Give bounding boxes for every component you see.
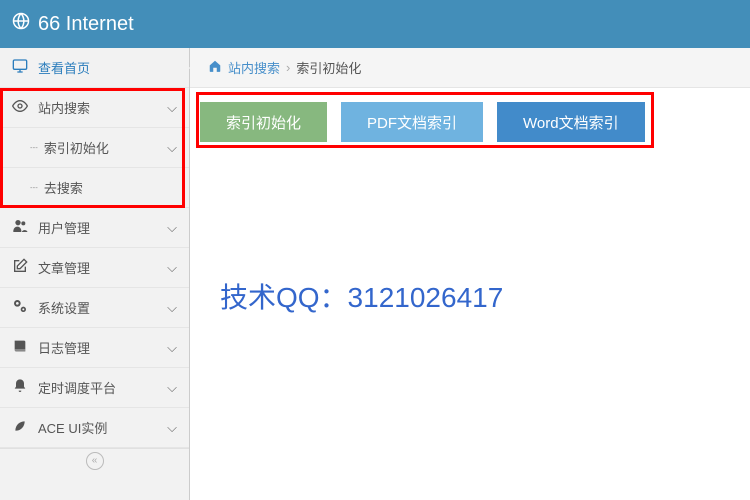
gears-icon — [12, 298, 30, 317]
breadcrumb: 站内搜索 › 索引初始化 — [190, 48, 750, 88]
top-bar: 66 Internet — [0, 0, 750, 48]
leaf-icon — [12, 418, 30, 437]
breadcrumb-current: 索引初始化 — [296, 58, 361, 77]
book-icon — [12, 338, 30, 357]
nav-go-search[interactable]: ┄ 去搜索 — [0, 168, 189, 208]
nav-label: 站内搜索 — [38, 98, 90, 117]
nav-users[interactable]: 用户管理 ⌵ — [0, 208, 189, 248]
globe-icon — [12, 12, 30, 36]
edit-icon — [12, 258, 30, 277]
nav-index-init[interactable]: ┄ 索引初始化 ⌵ — [0, 128, 189, 168]
index-init-button[interactable]: 索引初始化 — [200, 102, 327, 142]
nav-articles[interactable]: 文章管理 ⌵ — [0, 248, 189, 288]
breadcrumb-root[interactable]: 站内搜索 — [228, 58, 280, 77]
bell-icon — [12, 378, 30, 397]
nav-settings[interactable]: 系统设置 ⌵ — [0, 288, 189, 328]
chevron-down-icon: ⌵ — [167, 340, 177, 356]
nav-label: 用户管理 — [38, 218, 90, 237]
breadcrumb-sep: › — [286, 60, 290, 75]
chevron-down-icon: ⌵ — [167, 300, 177, 316]
nav-search[interactable]: 站内搜索 ⌵ — [0, 88, 189, 128]
nav-home[interactable]: 查看首页 — [0, 48, 189, 88]
dash-icon: ┄ — [30, 180, 38, 196]
button-row: 索引初始化 PDF文档索引 Word文档索引 — [190, 88, 750, 156]
nav-label: 去搜索 — [44, 178, 83, 197]
nav-ace-ui[interactable]: ACE UI实例 ⌵ — [0, 408, 189, 448]
nav-logs[interactable]: 日志管理 ⌵ — [0, 328, 189, 368]
chevron-down-icon: ⌵ — [167, 380, 177, 396]
nav-label: 日志管理 — [38, 338, 90, 357]
sidebar-collapse-toggle[interactable]: « — [0, 448, 189, 472]
nav-label: 索引初始化 — [44, 138, 109, 157]
eye-icon — [12, 98, 30, 117]
nav-label: ACE UI实例 — [38, 418, 107, 437]
nav-label: 系统设置 — [38, 298, 90, 317]
chevron-down-icon: ⌵ — [167, 420, 177, 436]
sidebar: 查看首页 站内搜索 ⌵ ┄ 索引初始化 ⌵ ┄ 去搜索 用户管理 ⌵ — [0, 48, 190, 500]
nav-label: 查看首页 — [38, 58, 90, 77]
main-content: 站内搜索 › 索引初始化 索引初始化 PDF文档索引 Word文档索引 技术QQ… — [190, 48, 750, 500]
watermark-text: 技术QQ：3121026417 — [220, 276, 503, 316]
pdf-index-button[interactable]: PDF文档索引 — [341, 102, 483, 142]
collapse-icon: « — [86, 452, 104, 470]
chevron-down-icon: ⌵ — [167, 140, 177, 156]
word-index-button[interactable]: Word文档索引 — [497, 102, 645, 142]
monitor-icon — [12, 58, 30, 77]
nav-label: 文章管理 — [38, 258, 90, 277]
chevron-down-icon: ⌵ — [167, 220, 177, 236]
chevron-down-icon: ⌵ — [167, 260, 177, 276]
dash-icon: ┄ — [30, 140, 38, 156]
app-title: 66 Internet — [38, 13, 134, 36]
nav-scheduler[interactable]: 定时调度平台 ⌵ — [0, 368, 189, 408]
home-icon[interactable] — [208, 59, 222, 76]
nav-label: 定时调度平台 — [38, 378, 116, 397]
chevron-down-icon: ⌵ — [167, 100, 177, 116]
users-icon — [12, 218, 30, 237]
